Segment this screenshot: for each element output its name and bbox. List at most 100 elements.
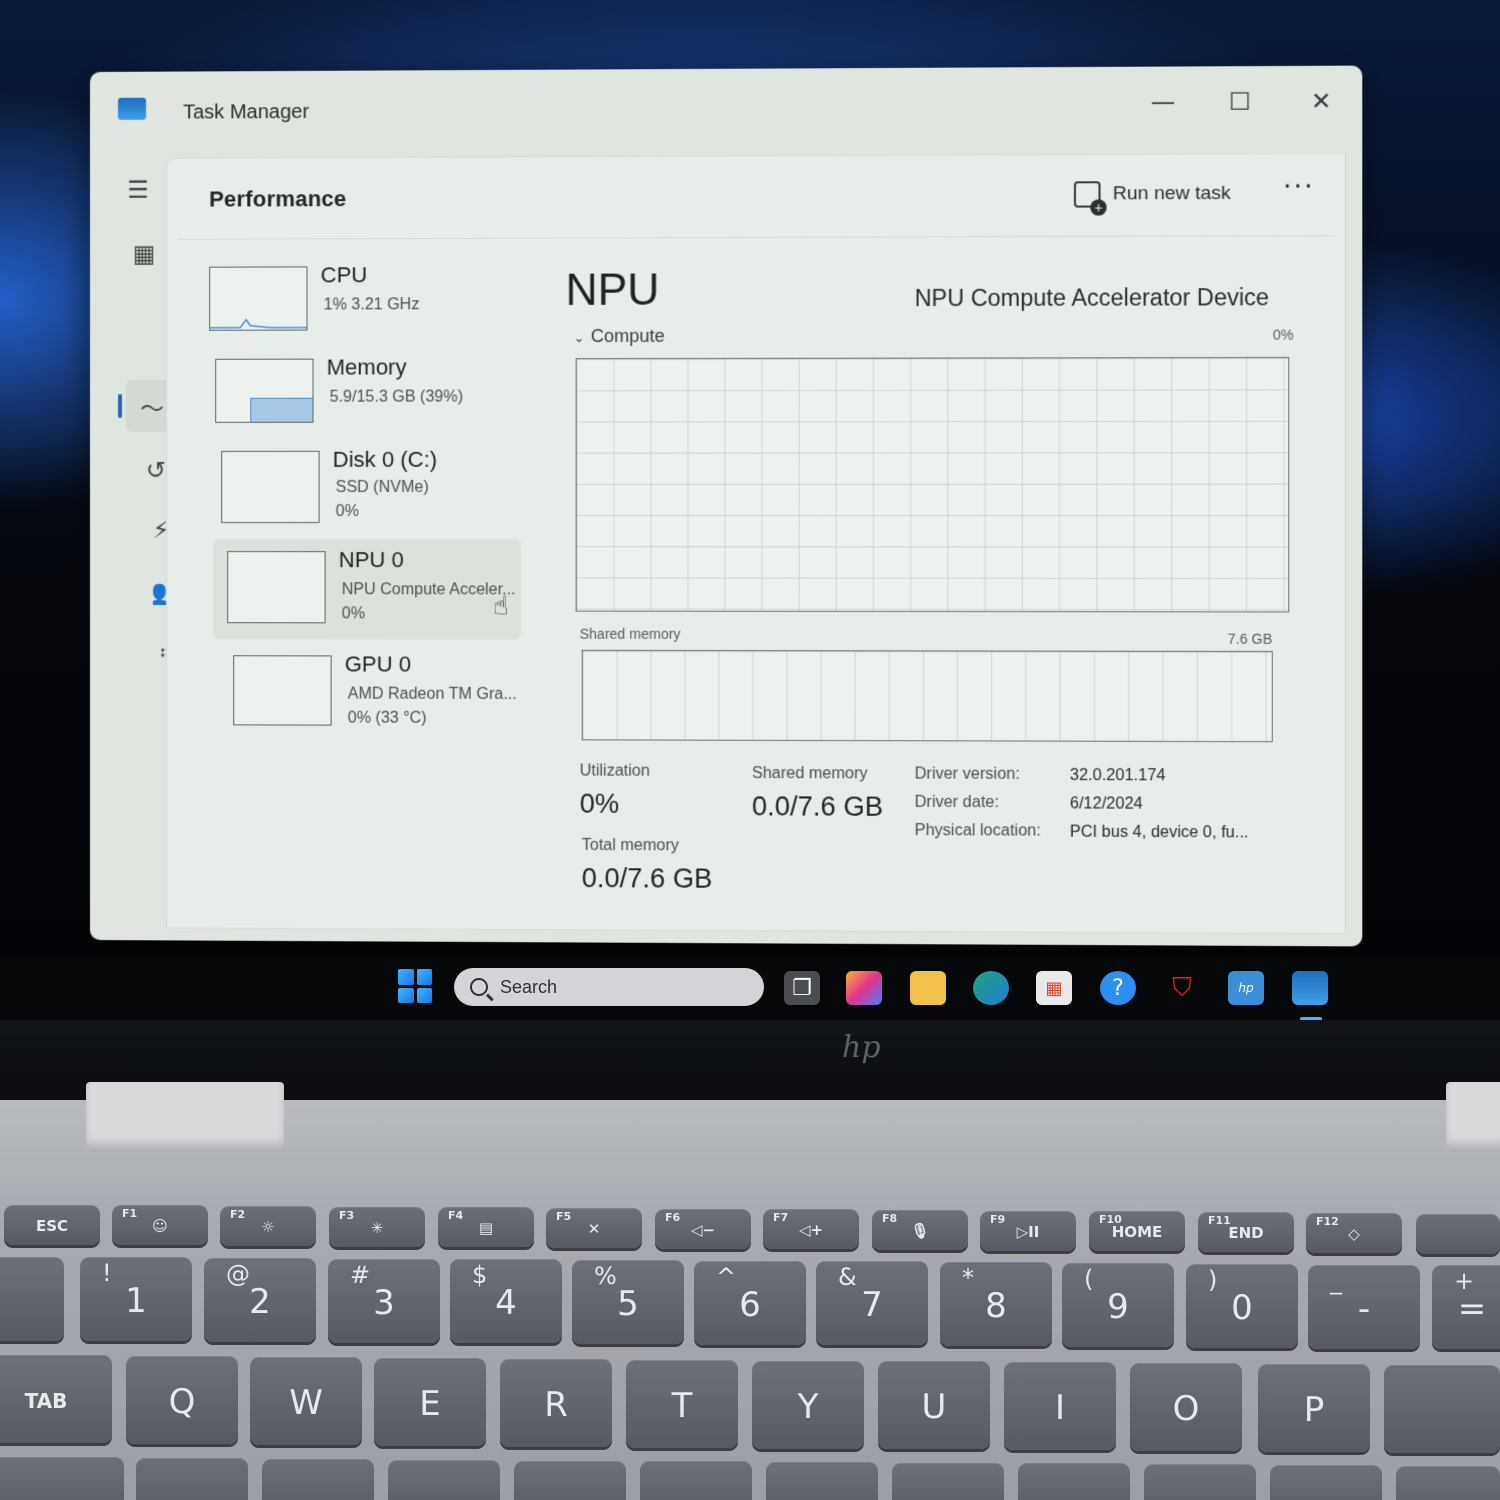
key-tab[interactable]: TAB [0,1355,112,1443]
close-button[interactable]: ✕ [1290,76,1352,127]
more-options-button[interactable]: ··· [1283,172,1315,203]
device-item-gpu[interactable]: GPU 0 AMD Radeon TM Gra... 0% (33 °C) [219,643,551,734]
key-f12[interactable]: F12 ◇ [1306,1213,1402,1253]
shared-memory-value: 0.0/7.6 GB [751,791,884,822]
key-f10[interactable]: F10 HOME [1089,1211,1185,1251]
hamburger-menu-icon[interactable]: ☰ [112,164,164,216]
key-5[interactable]: % 5 [572,1260,684,1344]
device-item-disk[interactable]: Disk 0 (C:) SSD (NVMe) 0% [207,439,539,529]
key-i[interactable]: I [1004,1362,1116,1450]
key-left-bracket[interactable] [1384,1365,1500,1453]
key-esc[interactable]: ESC [4,1205,100,1245]
key-backtick[interactable] [0,1257,64,1341]
key-quote[interactable] [1396,1466,1500,1500]
device-name: Memory [326,354,407,380]
run-new-task-button[interactable]: Run new task [1073,181,1231,208]
key-caps-lock[interactable] [0,1457,124,1500]
key-f3[interactable]: F3 ✳ [329,1207,425,1247]
file-explorer-icon[interactable] [910,971,946,1005]
help-icon[interactable]: ? [1100,971,1136,1005]
key-h[interactable] [766,1462,878,1500]
key-a[interactable] [136,1458,248,1500]
keyboard: ESC F1 ☺ F2 ☼ F3 ✳ F4 ▤ F5 ✕ F6 ◁− F7 ◁+ F8 🎙 F9… [0,1195,1500,1500]
driver-version-label: Driver version: [914,765,1020,783]
processes-icon[interactable]: ▦ [118,228,170,280]
key-d[interactable] [388,1460,500,1500]
key-0[interactable]: ) 0 [1186,1264,1298,1348]
device-detail: NPU Compute Acceler... [341,581,516,599]
key-f1[interactable]: F1 ☺ [112,1205,208,1245]
device-detail: SSD (NVMe) [335,478,429,496]
device-item-memory[interactable]: Memory 5.9/15.3 GB (39%) [201,346,533,437]
edge-icon[interactable] [973,971,1009,1005]
key-f[interactable] [514,1461,626,1500]
key-7[interactable]: & 7 [816,1261,928,1345]
key-9[interactable]: (9 [1062,1263,1174,1347]
key-s[interactable] [262,1459,374,1500]
shared-memory-graph-label: Shared memory [579,625,681,642]
key-q[interactable]: Q [126,1356,238,1444]
device-item-cpu[interactable]: CPU 1% 3.21 GHz [195,254,527,345]
driver-date-value: 6/12/2024 [1069,795,1143,813]
hp-logo: hp [842,1030,881,1065]
task-view-icon[interactable]: ❐ [784,971,820,1005]
minimize-button[interactable]: — [1132,77,1193,128]
key-2[interactable]: @2 [204,1258,316,1342]
key-p[interactable]: P [1258,1364,1370,1452]
task-manager-window: Task Manager — ☐ ✕ ☰ ▦ 〜 ↺ ⚡ 👥 ≔ ⚙ ⚙ Per… [90,65,1363,983]
key-f9[interactable]: F9 ▷II [980,1211,1076,1251]
key-6[interactable]: ^ 6 [694,1261,806,1345]
key-t[interactable]: T [626,1360,738,1448]
key-w[interactable]: W [250,1357,362,1445]
run-new-task-icon [1073,181,1101,208]
title-bar[interactable]: Task Manager — ☐ ✕ [90,66,1362,158]
physical-location-value: PCI bus 4, device 0, fu... [1069,823,1249,842]
search-icon [470,978,488,996]
device-name: NPU 0 [338,547,404,573]
key-f4[interactable]: F4 ▤ [438,1207,534,1247]
hand-pointer-cursor-icon: ☝ [492,591,509,622]
device-usage: 0% (33 °C) [347,709,427,727]
panel-title: NPU [565,265,660,315]
key-semicolon[interactable] [1270,1465,1382,1500]
key-print-screen[interactable] [1416,1214,1500,1254]
compute-dropdown[interactable]: ⌄ Compute [574,326,665,347]
key-f7[interactable]: F7 ◁+ [763,1209,859,1249]
key-f2[interactable]: F2 ☼ [220,1206,316,1246]
key-g[interactable] [640,1461,752,1500]
copilot-icon[interactable] [846,971,882,1005]
key-f5[interactable]: F5 ✕ [546,1208,642,1248]
key-y[interactable]: Y [752,1361,864,1449]
windows-start-icon[interactable] [398,969,432,1003]
taskbar-search-box[interactable]: Search [454,968,764,1006]
task-manager-icon[interactable] [1292,971,1328,1005]
key-r[interactable]: R [500,1359,612,1447]
key-minus[interactable]: _ - [1308,1265,1420,1349]
microsoft-store-icon[interactable]: ▦ [1036,971,1072,1005]
key-k[interactable] [1018,1463,1130,1500]
device-detail: AMD Radeon TM Gra... [347,685,517,703]
page-title: Performance [209,186,347,212]
myhp-icon[interactable]: hp [1228,971,1264,1005]
key-f6[interactable]: F6 ◁− [655,1209,751,1249]
key-8[interactable]: * 8 [940,1262,1052,1346]
key-3[interactable]: #3 [328,1259,440,1343]
key-4[interactable]: $4 [450,1259,562,1343]
key-e[interactable]: E [374,1358,486,1446]
active-nav-indicator [118,393,123,418]
device-item-npu[interactable]: NPU 0 NPU Compute Acceler... 0% [213,539,522,640]
key-equals[interactable]: + = [1432,1265,1500,1349]
key-f11[interactable]: F11 END [1198,1212,1294,1252]
key-o[interactable]: O [1130,1363,1242,1451]
mcafee-icon[interactable]: ⛉ [1164,971,1200,1005]
maximize-button[interactable]: ☐ [1209,76,1271,127]
key-1[interactable]: ! 1 [80,1257,192,1341]
key-l[interactable] [1144,1464,1256,1500]
key-u[interactable]: U [878,1361,990,1449]
key-j[interactable] [892,1463,1004,1500]
disk-thumbnail-graph [221,450,320,524]
key-f8[interactable]: F8 🎙 [872,1210,968,1250]
right-hinge [1446,1082,1500,1148]
gpu-thumbnail-graph [233,655,332,726]
shared-memory-max-label: 7.6 GB [1227,630,1273,647]
